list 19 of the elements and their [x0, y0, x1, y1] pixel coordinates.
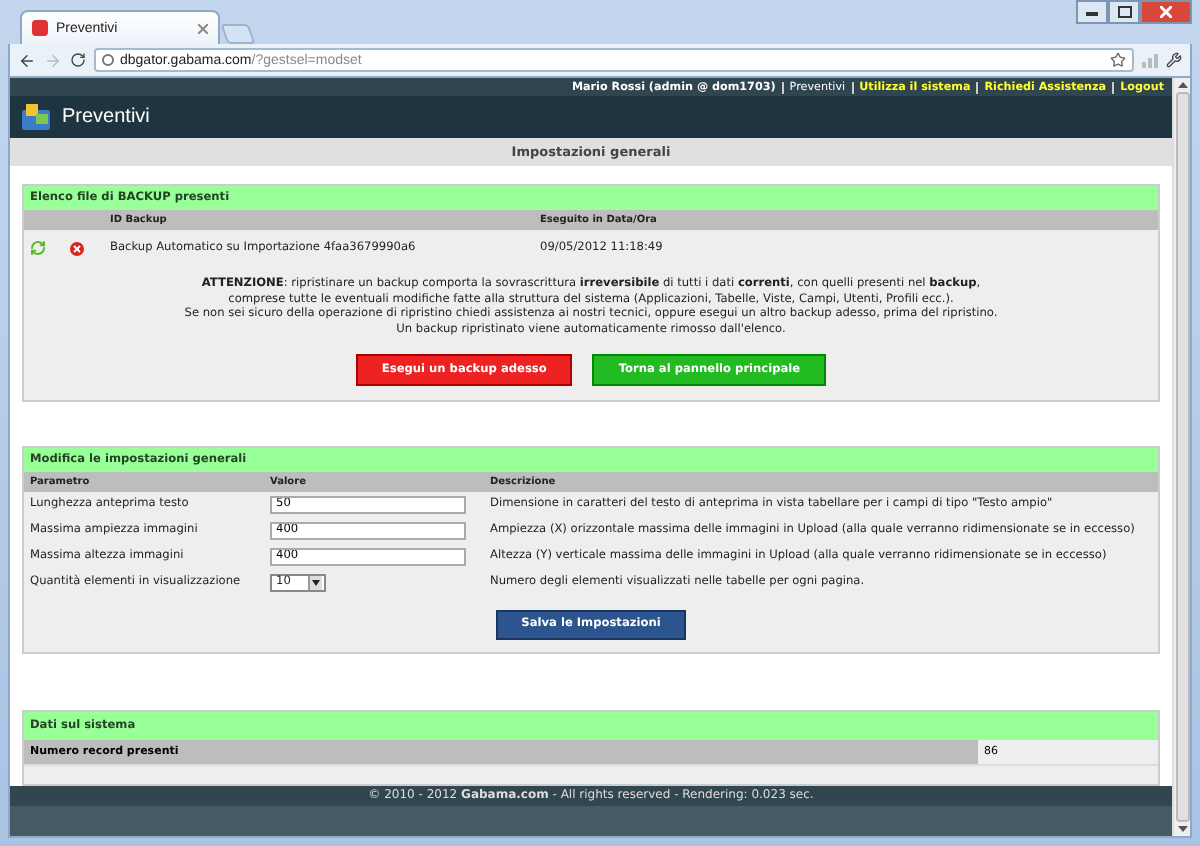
minimize-icon	[1086, 9, 1098, 15]
app-title: Preventivi	[62, 106, 150, 129]
close-button[interactable]	[1140, 0, 1192, 24]
caret-icon	[312, 579, 320, 586]
scroll-up-icon[interactable]	[1177, 82, 1187, 88]
app-logo-icon	[22, 104, 50, 131]
back-icon[interactable]	[18, 51, 36, 69]
minimize-button[interactable]	[1076, 0, 1108, 24]
globe-icon	[102, 54, 114, 66]
close-icon[interactable]	[198, 23, 208, 33]
delete-icon[interactable]	[70, 241, 84, 256]
bookmark-star-icon[interactable]	[1110, 52, 1126, 68]
maximize-button[interactable]	[1108, 0, 1140, 24]
scroll-down-icon[interactable]	[1177, 826, 1187, 832]
favicon-icon	[32, 20, 48, 36]
maximize-icon	[1117, 6, 1131, 18]
close-icon	[1160, 6, 1172, 18]
reload-icon[interactable]	[70, 52, 86, 68]
wrench-icon[interactable]	[1166, 52, 1182, 68]
